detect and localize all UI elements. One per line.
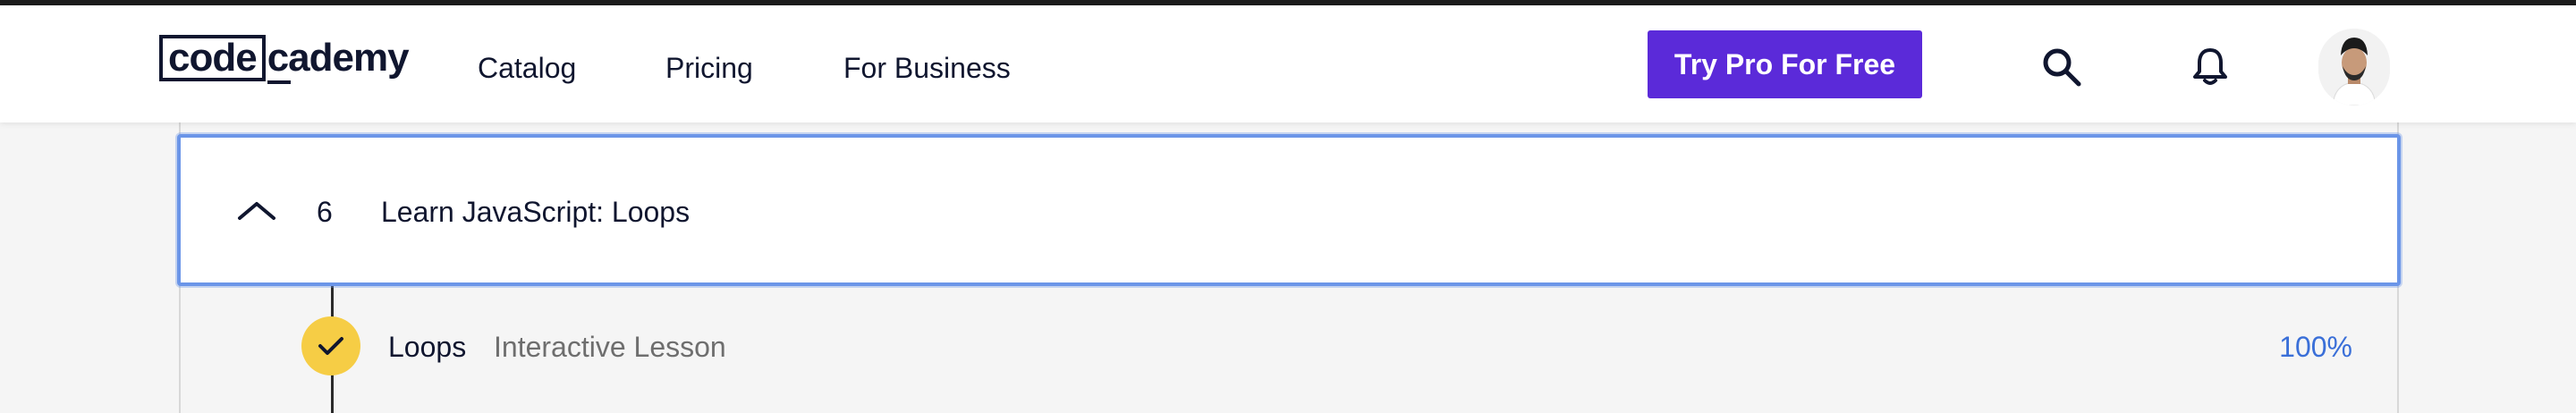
avatar-image: [2318, 29, 2390, 105]
module-header[interactable]: 6 Learn JavaScript: Loops: [177, 134, 2401, 286]
nav-for-business[interactable]: For Business: [843, 52, 1011, 85]
nav-catalog[interactable]: Catalog: [478, 52, 576, 85]
lesson-progress: 100%: [2279, 331, 2352, 363]
logo-text: cademy: [266, 36, 410, 84]
try-pro-button[interactable]: Try Pro For Free: [1648, 30, 1922, 98]
search-button[interactable]: [2039, 45, 2084, 89]
nav-pricing[interactable]: Pricing: [665, 52, 753, 85]
lesson-complete-badge: [301, 316, 360, 375]
notifications-button[interactable]: [2188, 45, 2233, 89]
bell-icon: [2193, 48, 2227, 85]
logo-underline: [267, 80, 291, 84]
logo-box: code: [159, 35, 266, 81]
codecademy-logo[interactable]: code cademy: [159, 32, 410, 84]
checkmark-icon: [318, 337, 343, 355]
module-title: Learn JavaScript: Loops: [381, 196, 691, 228]
chevron-up-icon: [238, 202, 275, 220]
search-icon: [2043, 48, 2081, 87]
site-header: code cademy Catalog Pricing For Business…: [0, 5, 2576, 122]
lesson-title-link[interactable]: Loops: [388, 331, 466, 364]
module-number: 6: [317, 196, 333, 228]
avatar[interactable]: [2318, 29, 2390, 105]
lesson-type: Interactive Lesson: [494, 331, 726, 363]
